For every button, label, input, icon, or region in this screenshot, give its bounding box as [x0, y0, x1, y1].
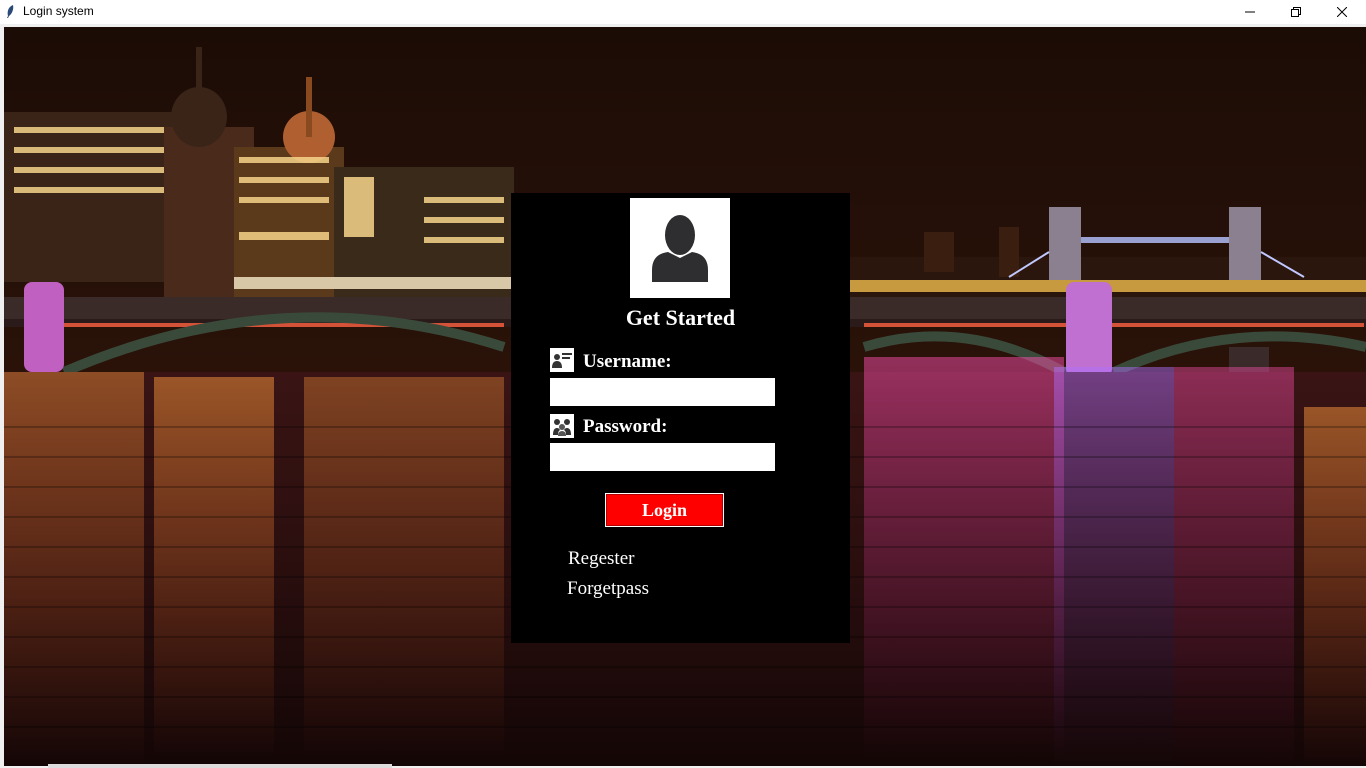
title-bar: Login system — [0, 0, 1366, 24]
username-input[interactable] — [550, 378, 775, 406]
password-label: Password: — [583, 416, 668, 437]
login-button[interactable]: Login — [605, 493, 724, 527]
register-link[interactable]: Regester — [568, 548, 634, 570]
user-avatar-icon — [652, 215, 708, 282]
user-card-icon — [550, 348, 574, 372]
window-title: Login system — [23, 4, 94, 18]
forget-password-link[interactable]: Forgetpass — [567, 578, 649, 600]
bottom-strip — [48, 764, 392, 768]
users-group-icon — [550, 414, 574, 438]
minimize-button[interactable] — [1227, 0, 1273, 24]
login-panel: Get Started Username: Password: Login Re… — [511, 193, 850, 643]
username-label: Username: — [583, 351, 672, 372]
avatar — [630, 198, 730, 298]
minimize-icon — [1245, 11, 1255, 13]
maximize-button[interactable] — [1273, 0, 1319, 24]
close-button[interactable] — [1319, 0, 1365, 24]
close-icon — [1337, 7, 1347, 17]
password-input[interactable] — [550, 443, 775, 471]
page-title: Get Started — [625, 305, 736, 330]
restore-icon — [1291, 7, 1301, 17]
feather-icon — [7, 5, 14, 18]
